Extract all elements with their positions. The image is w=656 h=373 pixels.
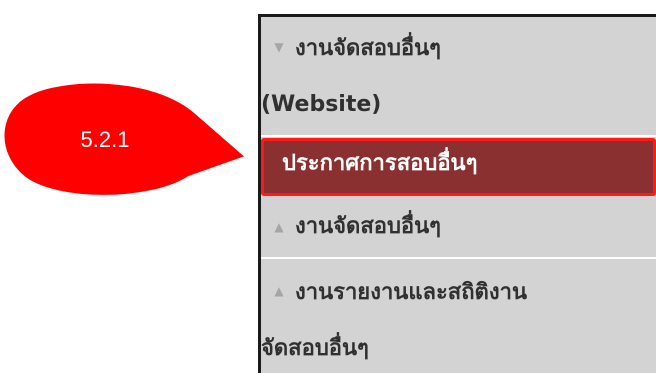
screenshot-stage: 5.2.1 ▼ งานจัดสอบอื่นๆ (Website) ประกาศก… <box>0 0 656 373</box>
menu-item-label: ประกาศการสอบอื่นๆ <box>282 151 478 176</box>
menu-item-label-line1: งานจัดสอบอื่นๆ <box>295 36 441 61</box>
menu-item-label-line1: งานรายงานและสถิติงาน <box>295 280 527 305</box>
menu-item-other-exam-announcements[interactable]: ประกาศการสอบอื่นๆ <box>261 138 656 196</box>
menu-item-label-line2: จัดสอบอื่นๆ <box>261 336 369 361</box>
triangle-up-icon: ▲ <box>274 220 284 234</box>
triangle-up-icon: ▲ <box>274 284 284 298</box>
menu-item-other-exams-website[interactable]: ▼ งานจัดสอบอื่นๆ (Website) <box>261 17 656 137</box>
triangle-down-icon: ▼ <box>274 40 284 54</box>
menu-item-label: งานจัดสอบอื่นๆ <box>295 214 441 239</box>
menu-item-label-line2: (Website) <box>261 92 382 117</box>
sidebar-menu: ▼ งานจัดสอบอื่นๆ (Website) ประกาศการสอบอ… <box>258 14 656 373</box>
callout-label: 5.2.1 <box>80 127 130 152</box>
menu-item-reports-statistics[interactable]: ▲ งานรายงานและสถิติงาน จัดสอบอื่นๆ <box>261 261 656 373</box>
menu-item-other-exams[interactable]: ▲ งานจัดสอบอื่นๆ <box>261 197 656 259</box>
